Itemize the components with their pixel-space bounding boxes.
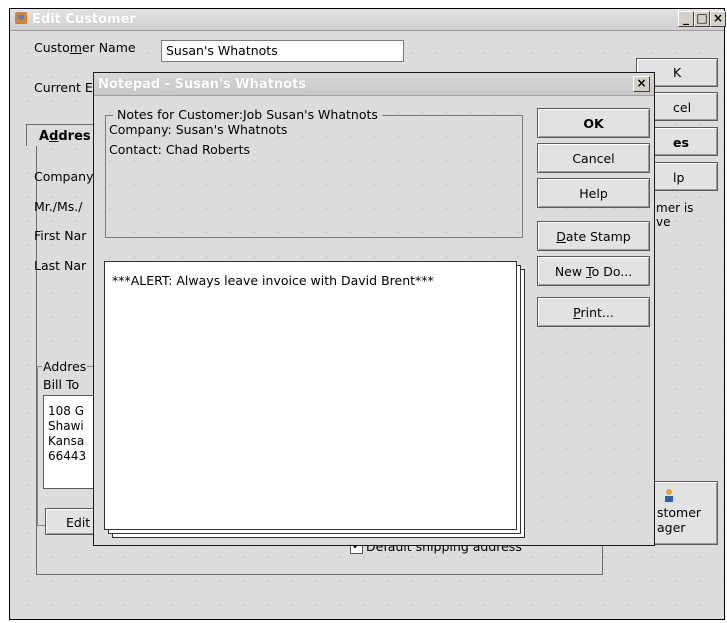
notes-group-label: Notes for Customer:Job Susan's Whatnots xyxy=(113,107,382,122)
notepad-titlebar[interactable]: Notepad - Susan's Whatnots × xyxy=(94,73,654,96)
notes-groupbox: Notes for Customer:Job Susan's Whatnots … xyxy=(105,107,523,238)
customer-name-label: Customer Name xyxy=(34,40,136,55)
note-textarea[interactable]: ***ALERT: Always leave invoice with Davi… xyxy=(104,261,517,530)
window-title: Edit Customer xyxy=(32,12,136,27)
note-text: ***ALERT: Always leave invoice with Davi… xyxy=(112,273,434,288)
quickbooks-app-icon xyxy=(15,12,27,24)
customer-inactive-label-1: mer is xyxy=(656,201,694,215)
notepad-ok-button[interactable]: OK xyxy=(537,108,650,138)
maximize-button[interactable]: □ xyxy=(694,11,710,27)
last-name-label: Last Nar xyxy=(34,258,87,273)
customer-name-input[interactable]: Susan's Whatnots xyxy=(161,40,404,62)
close-button[interactable]: × xyxy=(710,11,726,27)
notepad-dialog: Notepad - Susan's Whatnots × Notes for C… xyxy=(93,72,655,546)
first-name-label: First Nar xyxy=(34,228,87,243)
company-line: Company: Susan's Whatnots xyxy=(109,122,288,137)
notepad-help-button[interactable]: Help xyxy=(537,178,650,208)
customer-manager-label-1: stomer xyxy=(657,505,702,520)
new-todo-button[interactable]: New To Do... xyxy=(537,256,650,286)
mr-ms-label: Mr./Ms./ xyxy=(34,199,83,214)
customer-manager-label-2: ager xyxy=(657,520,686,535)
bill-to-label: Bill To xyxy=(43,377,80,392)
notepad-title: Notepad - Susan's Whatnots xyxy=(98,77,307,92)
addresses-group-label: Addres xyxy=(42,359,88,374)
print-button[interactable]: Print... xyxy=(537,297,650,327)
notepad-close-button[interactable]: × xyxy=(633,76,650,92)
notepad-cancel-button[interactable]: Cancel xyxy=(537,143,650,173)
window-titlebar[interactable]: Edit Customer _ □ × xyxy=(10,9,726,31)
current-balance-label: Current E xyxy=(34,80,93,95)
person-icon xyxy=(665,489,673,502)
company-name-label: Company xyxy=(34,169,94,184)
customer-inactive-label-2: ve xyxy=(656,215,671,229)
contact-line: Contact: Chad Roberts xyxy=(109,142,250,157)
date-stamp-button[interactable]: Date Stamp xyxy=(537,221,650,251)
minimize-button[interactable]: _ xyxy=(678,11,694,27)
